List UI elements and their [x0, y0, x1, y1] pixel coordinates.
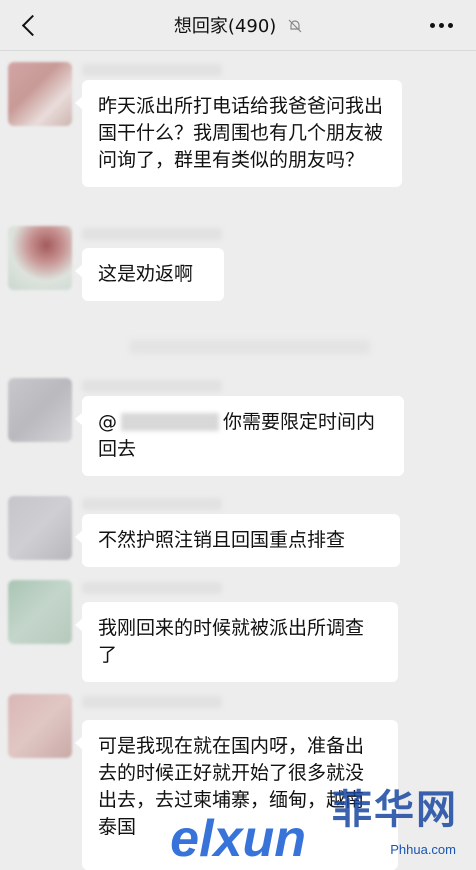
- avatar[interactable]: [8, 580, 72, 644]
- sender-name: [82, 228, 222, 240]
- message-text: 可是我现在就在国内呀，准备出去的时候正好就开始了很多就没出去，去过柬埔寨，缅甸，…: [98, 735, 365, 838]
- avatar[interactable]: [8, 226, 72, 290]
- bell-off-icon: [288, 19, 302, 33]
- message-text: 我刚回来的时候就被派出所调查了: [98, 617, 365, 666]
- message-text: 昨天派出所打电话给我爸爸问我出国干什么？我周围也有几个朋友被问询了，群里有类似的…: [98, 95, 384, 171]
- sender-name: [82, 64, 222, 76]
- sender-name: [82, 380, 222, 392]
- avatar[interactable]: [8, 694, 72, 758]
- mention-prefix: @: [98, 411, 117, 433]
- avatar[interactable]: [8, 496, 72, 560]
- chat-title: 想回家(490): [173, 16, 277, 37]
- message-bubble[interactable]: 这是劝返啊: [75, 248, 224, 301]
- mention-name: [121, 413, 219, 431]
- message-bubble[interactable]: 可是我现在就在国内呀，准备出去的时候正好就开始了很多就没出去，去过柬埔寨，缅甸，…: [75, 720, 398, 870]
- more-dots-icon: [430, 22, 435, 28]
- chat-title-bar: 想回家(490): [0, 12, 476, 38]
- message-bubble[interactable]: @ 你需要限定时间内回去: [75, 396, 404, 476]
- sender-name: [82, 498, 222, 510]
- system-notice: [130, 340, 370, 354]
- sender-name: [82, 696, 222, 708]
- chat-header: 想回家(490): [0, 0, 476, 51]
- watermark-url: Phhua.com: [390, 842, 456, 857]
- avatar[interactable]: [8, 378, 72, 442]
- message-text: 不然护照注销且回国重点排查: [98, 529, 346, 551]
- avatar[interactable]: [8, 62, 72, 126]
- message-bubble[interactable]: 昨天派出所打电话给我爸爸问我出国干什么？我周围也有几个朋友被问询了，群里有类似的…: [75, 80, 402, 187]
- sender-name: [82, 582, 222, 594]
- message-bubble[interactable]: 我刚回来的时候就被派出所调查了: [75, 602, 398, 682]
- message-bubble[interactable]: 不然护照注销且回国重点排查: [75, 514, 400, 567]
- message-text: 这是劝返啊: [98, 263, 194, 285]
- more-button[interactable]: [430, 20, 456, 30]
